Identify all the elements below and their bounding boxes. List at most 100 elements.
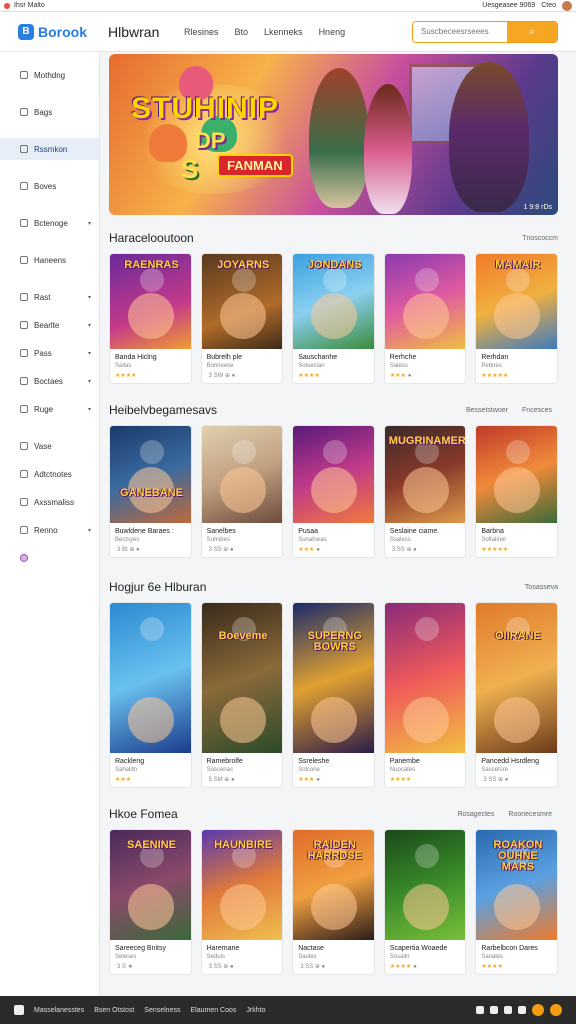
sidebar-item[interactable]: Rast ▾ xyxy=(0,286,99,308)
game-title: Ramebrolfe xyxy=(206,758,243,765)
section-link[interactable]: Bessetstwoer xyxy=(466,407,508,414)
game-title: Haremane xyxy=(206,945,240,952)
game-art-title: ROAKON OUHNE MARS xyxy=(493,839,543,873)
game-rating: ★★★★★ xyxy=(476,543,557,557)
game-card[interactable]: MUGRINAMER Seslaine ciame. Ssaless 3 SS ⊕ ● xyxy=(383,425,467,558)
game-card[interactable]: Scapertia Woaede Sosalin ★★★★ ● xyxy=(383,829,467,975)
taskbar-item[interactable]: Bsen Otstost xyxy=(94,1007,134,1014)
sidebar-item[interactable]: Bctenoge ▾ xyxy=(0,212,99,234)
section-header: Hogjur 6e Hlburan Tosasseva xyxy=(109,580,558,594)
browser-button[interactable]: Cteo xyxy=(541,2,556,9)
sidebar-item[interactable]: Pass ▾ xyxy=(0,342,99,364)
section-link[interactable]: Tnoscoccm xyxy=(522,235,558,242)
rating-stars: ★★★ xyxy=(298,777,315,783)
game-card[interactable]: RAENRAS Banda Hiclng Sallas ★★★★ xyxy=(109,253,192,384)
circle-icon xyxy=(20,554,28,562)
rating-stars: ★★★★ xyxy=(389,964,412,970)
sidebar-item[interactable]: Ruge ▾ xyxy=(0,398,99,420)
sidebar-item[interactable]: Bags xyxy=(0,101,99,123)
rating-stars: ★★★★★ xyxy=(481,547,509,553)
sidebar-item[interactable]: Renno ▾ xyxy=(0,519,99,541)
sidebar-item[interactable]: Boctaes ▾ xyxy=(0,370,99,392)
sidebar-item[interactable]: Adtctnotes xyxy=(0,463,99,485)
game-card[interactable]: Panembe Nuocates ★★★★ xyxy=(383,602,467,788)
tray-icon[interactable] xyxy=(476,1006,484,1014)
taskbar-item[interactable]: Jrkhto xyxy=(246,1007,265,1014)
browser-title: Ihsr Malto xyxy=(14,2,45,9)
game-title: Seslaine ciame. xyxy=(389,528,440,535)
sidebar-item-label: Mothdng xyxy=(34,70,66,80)
browser-icon xyxy=(4,2,10,9)
game-card[interactable]: Rackleng Sahaldn ★★★ xyxy=(109,602,192,788)
url-text[interactable]: Uesgeasee 9069 xyxy=(482,2,535,9)
game-card[interactable]: ROAKON OUHNE MARS Rarbelbcon Dares Sanales… xyxy=(475,829,558,975)
tray-icon[interactable] xyxy=(504,1006,512,1014)
rating-meta: 3 SS ⊕ ● xyxy=(208,547,234,553)
game-card[interactable]: GANEBANE Buwldene Baraes : Bectsyes 3 Bt ⊕ … xyxy=(109,425,192,558)
game-title: Nactase xyxy=(298,945,324,952)
section-link[interactable]: Fncesces xyxy=(522,407,552,414)
avatar[interactable] xyxy=(562,0,572,11)
game-character xyxy=(231,440,256,464)
game-card[interactable]: OIIRANE Pancedd Hsrdleng Sascetsre 3 SS ⊕ ● xyxy=(475,602,558,788)
game-subtitle: Seleses xyxy=(115,954,137,960)
taskbar-item[interactable]: Senselness xyxy=(144,1007,180,1014)
logo[interactable]: B Borook xyxy=(0,23,100,40)
notification-icon[interactable] xyxy=(532,1004,544,1016)
list-icon xyxy=(20,256,28,264)
section: Haracelooutoon Tnoscoccm RAENRAS Banda Hicl… xyxy=(109,231,558,384)
notification-icon[interactable] xyxy=(550,1004,562,1016)
card-row: Rackleng Sahaldn ★★★ Boeveme Ramebrolfe Sosce… xyxy=(109,602,558,788)
nav-item[interactable]: Hneng xyxy=(319,27,346,37)
tray-icon[interactable] xyxy=(518,1006,526,1014)
game-card[interactable]: Boeveme Ramebrolfe Soscenas 5 SM ⊕ ● xyxy=(200,602,284,788)
section-header: Heibelvbegamesavs Bessetstwoer Fncesces xyxy=(109,403,558,417)
game-title: Scapertia Woaede xyxy=(389,945,448,952)
sidebar-item[interactable]: Vase xyxy=(0,435,99,457)
game-character xyxy=(128,293,174,339)
settings-icon xyxy=(20,526,28,534)
search-button[interactable]: ⌕ xyxy=(507,21,557,42)
game-art-title: GANEBANE xyxy=(120,487,183,499)
start-icon[interactable] xyxy=(14,1005,24,1015)
game-card[interactable]: Barbna Soltaliner ★★★★★ xyxy=(475,425,558,558)
game-character xyxy=(311,467,358,513)
top-nav: Rlesines Bto Lkenneks Hneng xyxy=(184,27,345,37)
game-title: Panembe xyxy=(389,758,420,765)
nav-item[interactable]: Rlesines xyxy=(184,27,219,37)
game-title: Rerhche xyxy=(389,354,417,361)
game-card[interactable]: HAUNBIRE Haremane Seduls 3 SS ⊕ ● xyxy=(200,829,284,975)
section-link[interactable]: Rosagectes xyxy=(457,811,494,818)
nav-item[interactable]: Bto xyxy=(235,27,249,37)
game-card[interactable]: SUPERNG BOWRS Ssreleshe Solcone ★★★ ● xyxy=(292,602,375,788)
game-art-title: Boeveme xyxy=(218,630,268,642)
sidebar-item-label: Pass xyxy=(34,348,52,358)
extra-item[interactable] xyxy=(0,547,99,569)
game-card[interactable]: SAENINE Sareeceg Bnitsy Seleses 3 S ★ xyxy=(109,829,192,975)
section-link[interactable]: Tosasseva xyxy=(525,584,558,591)
game-card[interactable]: Rerhche Saless ★★★ ● xyxy=(383,253,467,384)
game-card[interactable]: RAIDEN HARRDSE Nactase Saules 3 SS ⊕ ● xyxy=(292,829,375,975)
sidebar-item[interactable]: Mothdng xyxy=(0,64,99,86)
rating-stars: ★★★★★ xyxy=(481,373,509,379)
search-input[interactable] xyxy=(413,21,507,42)
game-character xyxy=(323,440,348,464)
game-rating: 3 SS ⊕ ● xyxy=(476,773,557,787)
game-card[interactable]: Pusaa Sunalneas ★★★ ● xyxy=(292,425,375,558)
nav-item[interactable]: Lkenneks xyxy=(264,27,303,37)
game-card[interactable]: Sanelbes Sunsbes 3 SS ⊕ ● xyxy=(200,425,284,558)
tray-icon[interactable] xyxy=(490,1006,498,1014)
sidebar-item[interactable]: Axssmaliss xyxy=(0,491,99,513)
sidebar-item[interactable]: Haneens xyxy=(0,249,99,271)
game-card[interactable]: JOYARNS Bubrelh ple Bonneese 3 SW ⊕ ● xyxy=(200,253,284,384)
taskbar-item[interactable]: Masselanesstes xyxy=(34,1007,84,1014)
section-link[interactable]: Roonecesmre xyxy=(508,811,552,818)
rating-meta: ● xyxy=(316,546,320,553)
taskbar-item[interactable]: Elaumen Coos xyxy=(190,1007,236,1014)
game-card[interactable]: JONDANS Sauschanhe Solueclan ★★★★ xyxy=(292,253,375,384)
game-card[interactable]: MAMAIR Rerhdan Pebnes ★★★★★ xyxy=(475,253,558,384)
sidebar-item[interactable]: Rssmkon xyxy=(0,138,99,160)
sidebar-item[interactable]: Boves xyxy=(0,175,99,197)
sidebar-item[interactable]: Bearlte ▾ xyxy=(0,314,99,336)
hero-banner[interactable]: STUHINIP DP S FANMAN 1 9:8 rDs xyxy=(109,54,558,215)
